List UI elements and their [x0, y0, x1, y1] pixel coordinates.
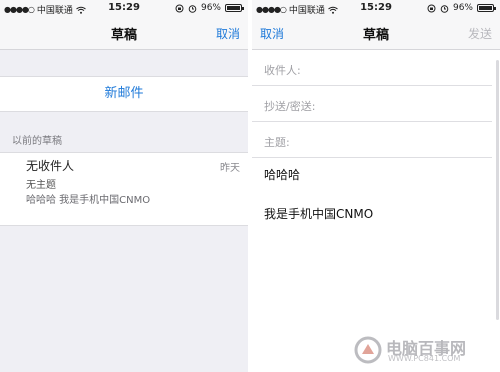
watermark-url: WWW.PC841.COM [388, 354, 461, 363]
draft-preview: 哈哈哈 我是手机中国CNMO [26, 195, 151, 206]
drafts-list-screen: ●●●●○ 中国联通 15:29 96% 草稿 取消 新邮件 以前的草稿 无收件… [0, 0, 248, 372]
alarm-icon [440, 4, 449, 13]
battery-percent: 96% [200, 3, 221, 13]
subject-field[interactable]: 主题: [252, 122, 492, 158]
status-bar: ●●●●○ 中国联通 15:29 96% [0, 0, 248, 16]
body-text-line[interactable]: 哈哈哈 [264, 166, 300, 183]
compose-draft-screen: ●●●●○ 中国联通 15:29 96% 取消 草稿 发送 收件人: 抄送/密送… [252, 0, 500, 372]
body-text-line[interactable]: 我是手机中国CNMO [264, 205, 373, 222]
cc-bcc-label: 抄送/密送: [264, 100, 316, 113]
draft-list-item[interactable]: 无收件人 昨天 无主题 哈哈哈 我是手机中国CNMO [0, 152, 248, 226]
cc-bcc-field[interactable]: 抄送/密送: [252, 86, 492, 122]
battery-percent: 96% [452, 3, 473, 13]
section-header: 以前的草稿 [12, 136, 62, 147]
watermark-logo-icon [354, 336, 382, 364]
lock-rotation-icon [427, 4, 436, 12]
scrollbar[interactable] [496, 60, 499, 320]
send-button[interactable]: 发送 [468, 25, 492, 42]
cancel-button[interactable]: 取消 [216, 25, 240, 42]
draft-recipient: 无收件人 [26, 159, 75, 173]
watermark: 电脑百事网 WWW.PC841.COM [354, 334, 494, 368]
alarm-icon [188, 4, 197, 13]
draft-date: 昨天 [220, 163, 240, 174]
lock-rotation-icon [175, 4, 184, 12]
nav-bar: 草稿 取消 [0, 16, 248, 50]
draft-subject: 无主题 [26, 180, 56, 191]
to-field[interactable]: 收件人: [252, 50, 492, 86]
to-label: 收件人: [264, 64, 301, 77]
new-mail-button[interactable]: 新邮件 [0, 76, 248, 112]
battery-icon [477, 4, 496, 12]
page-title: 草稿 [110, 28, 137, 43]
subject-label: 主题: [264, 136, 290, 149]
status-bar: ●●●●○ 中国联通 15:29 96% [252, 0, 500, 16]
page-title: 草稿 [362, 28, 389, 43]
nav-bar: 取消 草稿 发送 [252, 16, 500, 50]
battery-icon [225, 4, 244, 12]
